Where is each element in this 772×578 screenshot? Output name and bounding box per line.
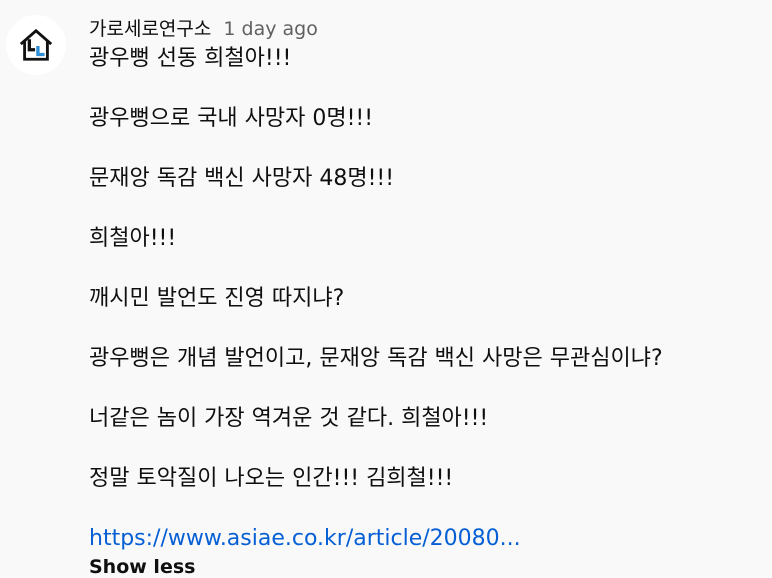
comment-line: 광우뻥은 개념 발언이고, 문재앙 독감 백신 사망은 무관심이냐? — [89, 346, 663, 371]
comment-line: 정말 토악질이 나오는 인간!!! 김희철!!! — [89, 466, 454, 491]
avatar[interactable] — [6, 15, 66, 75]
show-less-button[interactable]: Show less — [89, 556, 195, 578]
comment-body: 광우뻥 선동 희철아!!! 광우뻥으로 국내 사망자 0명!!! 문재앙 독감 … — [89, 44, 769, 554]
comment-line: 광우뻥 선동 희철아!!! — [89, 46, 292, 71]
author-name[interactable]: 가로세로연구소 — [89, 14, 211, 41]
comment-line: 희철아!!! — [89, 226, 177, 251]
comment-timestamp[interactable]: 1 day ago — [223, 18, 317, 40]
house-logo-icon — [19, 28, 53, 61]
comment-line: 깨시민 발언도 진영 따지냐? — [89, 286, 345, 311]
comment-line: 너같은 놈이 가장 역겨운 것 같다. 희철아!!! — [89, 406, 489, 431]
comment-header: 가로세로연구소 1 day ago — [89, 14, 318, 41]
comment-line: 문재앙 독감 백신 사망자 48명!!! — [89, 166, 395, 191]
article-link[interactable]: https://www.asiae.co.kr/article/20080... — [89, 524, 769, 554]
comment-line: 광우뻥으로 국내 사망자 0명!!! — [89, 106, 374, 131]
